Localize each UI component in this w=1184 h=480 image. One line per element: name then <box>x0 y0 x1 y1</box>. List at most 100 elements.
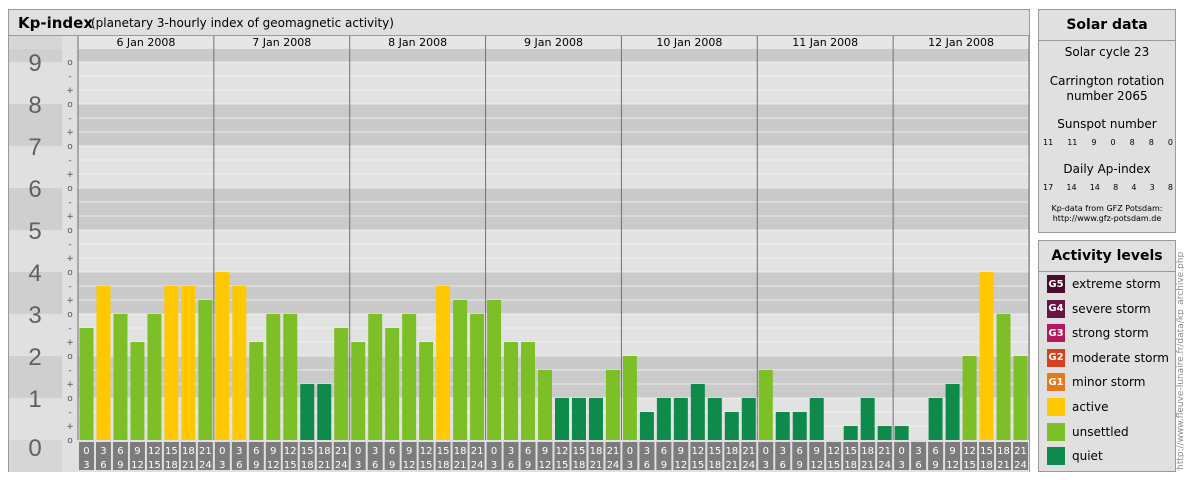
y-minor-tick: - <box>68 282 71 292</box>
hour-start-label: 21 <box>878 446 891 457</box>
y-minor-tick: o <box>67 58 73 68</box>
activity-label: unsettled <box>1072 424 1129 439</box>
sunspot-value-4: 8 <box>1129 138 1135 147</box>
ap-value-3: 8 <box>1113 183 1119 192</box>
y-tick-label: 3 <box>28 302 41 329</box>
kp-chart-panel: Kp-index (planetary 3-hourly index of ge… <box>8 9 1030 472</box>
kp-bar <box>809 398 824 440</box>
activity-label: strong storm <box>1072 326 1149 341</box>
sunspot-value-2: 9 <box>1091 138 1097 147</box>
hour-end-label: 15 <box>827 460 840 471</box>
hour-start-label: 18 <box>590 446 603 457</box>
kp-bar <box>113 314 128 440</box>
activity-label: active <box>1072 400 1109 414</box>
kp-bar <box>300 384 315 440</box>
kp-bar <box>588 398 603 440</box>
y-minor-tick: o <box>67 142 73 152</box>
source-link[interactable]: http://www.gfz-potsdam.de <box>1039 214 1175 224</box>
hour-start-label: 6 <box>797 446 803 457</box>
kp-bar <box>656 398 671 440</box>
hour-start-label: 21 <box>607 446 620 457</box>
hour-end-label: 12 <box>946 460 959 471</box>
hour-start-label: 3 <box>236 446 242 457</box>
hour-end-label: 3 <box>355 460 361 471</box>
hour-start-label: 6 <box>661 446 667 457</box>
hour-start-label: 3 <box>644 446 650 457</box>
hour-start-label: 9 <box>678 446 684 457</box>
kp-bar <box>334 327 349 440</box>
activity-level-quiet: quiet <box>1047 447 1103 466</box>
hour-start-label: 18 <box>454 446 467 457</box>
y-tick-label: 6 <box>28 176 41 203</box>
day-label: 11 Jan 2008 <box>792 36 858 49</box>
hour-start-label: 21 <box>1014 446 1027 457</box>
hour-start-label: 0 <box>627 446 633 457</box>
hour-end-label: 6 <box>100 460 106 471</box>
hour-end-label: 18 <box>573 460 586 471</box>
activity-level-unsettled: unsettled <box>1047 422 1129 441</box>
hour-start-label: 12 <box>284 446 297 457</box>
grid-band-5 <box>78 188 1029 230</box>
kp-bar <box>724 411 739 440</box>
sunspot-value-1: 11 <box>1067 138 1078 147</box>
hour-start-label: 15 <box>165 446 178 457</box>
sunspot-label: Sunspot number <box>1057 117 1157 131</box>
hour-end-label: 18 <box>301 460 314 471</box>
activity-label: minor storm <box>1072 375 1146 390</box>
kp-bar <box>945 384 960 440</box>
kp-bar <box>538 369 552 440</box>
hour-start-label: 6 <box>253 446 259 457</box>
hour-start-label: 12 <box>827 446 840 457</box>
hour-end-label: 24 <box>199 460 212 471</box>
hour-start-label: 18 <box>997 446 1010 457</box>
hour-end-label: 3 <box>627 460 633 471</box>
hour-end-label: 15 <box>556 460 569 471</box>
ap-value-6: 8 <box>1167 183 1173 192</box>
kp-bar <box>928 398 943 440</box>
hour-end-label: 18 <box>437 460 450 471</box>
hour-end-label: 12 <box>674 460 687 471</box>
y-minor-tick: o <box>67 394 73 404</box>
source-credit: http://www.fleuve-lunaire.fr/data/kp_arc… <box>1176 251 1184 470</box>
grid-band-9 <box>78 49 1029 62</box>
hour-start-label: 12 <box>691 446 704 457</box>
y-minor-tick: + <box>66 170 74 180</box>
hour-end-label: 9 <box>525 460 531 471</box>
y-tick-label: 4 <box>28 260 41 287</box>
hour-end-label: 21 <box>182 460 195 471</box>
ap-values: 17 14 14 8 4 3 8 <box>1043 183 1173 192</box>
hour-end-label: 24 <box>1014 460 1027 471</box>
hour-end-label: 6 <box>915 460 921 471</box>
hour-end-label: 3 <box>219 460 225 471</box>
kp-bar <box>164 285 179 440</box>
carrington-line2: number 2065 <box>1066 89 1148 103</box>
ap-value-5: 3 <box>1149 183 1155 192</box>
hour-start-label: 3 <box>100 446 106 457</box>
kp-bar <box>962 356 977 440</box>
hour-start-label: 6 <box>117 446 123 457</box>
hour-start-label: 15 <box>844 446 857 457</box>
grid-band-8 <box>78 62 1029 104</box>
day-label: 12 Jan 2008 <box>928 36 994 49</box>
kp-bar <box>758 369 773 440</box>
hour-start-label: 3 <box>372 446 378 457</box>
hour-end-label: 3 <box>491 460 497 471</box>
y-minor-tick: - <box>68 240 71 250</box>
kp-bar <box>555 398 569 440</box>
kp-bar <box>707 398 722 440</box>
kp-bar-chart: 0123456789o+-o+-o+-o+-o+-o+-o+-o+-o+-o6 … <box>9 36 1029 472</box>
activity-swatch: G5 <box>1047 275 1065 293</box>
kp-bar <box>639 411 654 440</box>
kp-bar <box>504 342 519 440</box>
y-tick-label: 8 <box>28 92 41 119</box>
activity-level-minor-storm: G1 minor storm <box>1047 373 1146 392</box>
ap-label: Daily Ap-index <box>1063 162 1151 176</box>
day-label: 6 Jan 2008 <box>116 36 175 49</box>
hour-end-label: 12 <box>403 460 416 471</box>
ap-value-1: 14 <box>1066 183 1077 192</box>
y-minor-tick: o <box>67 226 73 236</box>
y-tick-label: 0 <box>28 435 41 462</box>
grid-band-4 <box>78 230 1029 272</box>
kp-bar <box>130 342 145 440</box>
kp-bar <box>860 398 875 440</box>
